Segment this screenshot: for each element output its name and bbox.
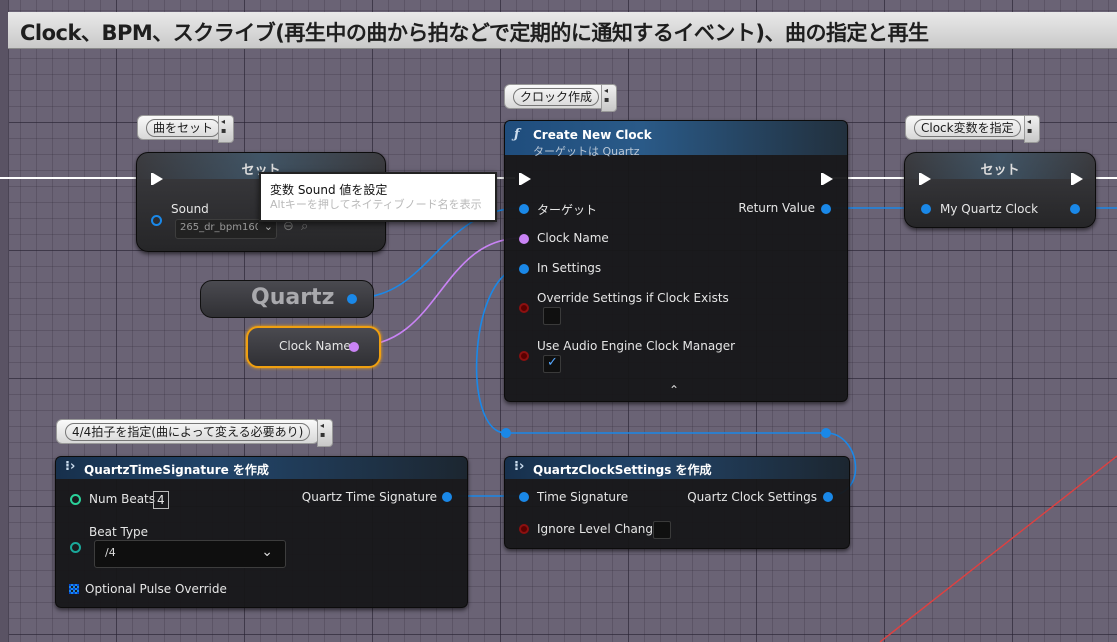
sound-asset-value: 265_dr_bpm160 xyxy=(180,222,258,233)
comment-pin-tab[interactable]: ◂ ▪ xyxy=(218,115,234,143)
exec-in-pin[interactable] xyxy=(151,173,163,185)
time-sig-out-pin[interactable] xyxy=(442,492,452,502)
clock-name-var-label: Clock Name xyxy=(279,339,351,353)
pulse-override-label: Optional Pulse Override xyxy=(85,582,227,596)
clock-name-wire xyxy=(355,237,523,347)
set-clock-title: セット xyxy=(980,163,1020,178)
my-clock-in-pin[interactable] xyxy=(921,204,931,214)
quartz-out-pin[interactable] xyxy=(347,294,357,304)
return-value-pin[interactable] xyxy=(821,204,831,214)
ignore-level-checkbox[interactable] xyxy=(653,521,671,539)
set-clock-var-node[interactable]: セット My Quartz Clock xyxy=(904,152,1096,228)
in-settings-pin[interactable] xyxy=(519,264,529,274)
time-sig-out-label: Quartz Time Signature xyxy=(301,490,437,504)
time-signature-pin[interactable] xyxy=(519,492,529,502)
clock-settings-title: QuartzClockSettings を作成 xyxy=(533,463,712,477)
beat-type-pin[interactable] xyxy=(70,542,81,553)
use-audio-engine-pin[interactable] xyxy=(519,351,529,361)
target-pin-label: ターゲット xyxy=(537,203,598,217)
comment-create-clock[interactable]: クロック作成 xyxy=(504,84,609,109)
comment-time-sig-text: 4/4拍子を指定(曲によって変える必要あり) xyxy=(65,423,311,441)
clock-settings-out-label: Quartz Clock Settings xyxy=(687,490,817,504)
comment-set-clock-var[interactable]: Clock変数を指定 xyxy=(905,115,1030,140)
create-clock-header: ƒ Create New Clock ターゲットは Quartz xyxy=(505,121,847,158)
page-title: Clock、BPM、スクライブ(再生中の曲から拍などで定期的に通知するイベント)… xyxy=(20,21,929,45)
comment-time-sig[interactable]: 4/4拍子を指定(曲によって変える必要あり) xyxy=(56,419,320,444)
sound-pin-label: Sound xyxy=(171,202,209,216)
time-sig-header: ⁝› QuartzTimeSignature を作成 xyxy=(56,457,467,479)
ignore-level-label: Ignore Level Change xyxy=(537,522,661,536)
clock-settings-header: ⁝› QuartzClockSettings を作成 xyxy=(505,457,849,479)
beat-type-label: Beat Type xyxy=(89,525,149,539)
exec-in-pin[interactable] xyxy=(519,173,531,185)
clock-name-pin-label: Clock Name xyxy=(537,231,609,245)
reroute-knot-left xyxy=(501,428,511,438)
beat-type-dropdown[interactable]: /4 ⌄ xyxy=(94,540,286,568)
clock-settings-out-pin[interactable] xyxy=(823,492,833,502)
clock-name-out-pin[interactable] xyxy=(349,342,359,352)
quartz-node-label: Quartz xyxy=(251,285,335,310)
clock-name-var-node[interactable]: Clock Name xyxy=(246,326,381,368)
num-beats-label: Num Beats xyxy=(89,492,156,506)
num-beats-input[interactable]: 4 xyxy=(153,491,169,509)
time-signature-label: Time Signature xyxy=(537,490,629,504)
make-clock-settings-node[interactable]: ⁝› QuartzClockSettings を作成 Time Signatur… xyxy=(504,456,850,549)
target-pin[interactable] xyxy=(519,204,529,214)
comment-set-clock-var-text: Clock変数を指定 xyxy=(914,119,1021,137)
exec-out-pin[interactable] xyxy=(1071,173,1083,185)
red-wire xyxy=(879,455,1117,642)
quartz-subsystem-node[interactable]: Quartz xyxy=(200,280,374,318)
reroute-knot-right xyxy=(821,428,831,438)
exec-out-pin[interactable] xyxy=(821,173,833,185)
set-clock-header: セット xyxy=(905,153,1095,179)
make-struct-icon: ⁝› xyxy=(65,459,76,474)
tooltip-hint: Altキーを押してネイティブノード名を表示 xyxy=(270,198,482,211)
expand-arrow-icon[interactable]: ⌃ xyxy=(669,383,679,397)
left-panel-edge xyxy=(0,0,9,642)
ignore-level-pin[interactable] xyxy=(519,524,529,534)
comment-title-bar[interactable]: Clock、BPM、スクライブ(再生中の曲から拍などで定期的に通知するイベント)… xyxy=(8,12,1117,49)
my-clock-label: My Quartz Clock xyxy=(940,202,1039,216)
make-struct-icon: ⁝› xyxy=(514,459,525,474)
comment-create-clock-text: クロック作成 xyxy=(513,88,600,106)
comment-pin-tab[interactable]: ◂ ▪ xyxy=(601,84,617,112)
sound-asset-picker[interactable]: 265_dr_bpm160 ⌄ xyxy=(175,219,277,239)
function-icon: ƒ xyxy=(514,127,520,142)
tooltip: 変数 Sound 値を設定 Altキーを押してネイティブノード名を表示 xyxy=(259,172,497,222)
in-settings-pin-label: In Settings xyxy=(537,261,602,275)
chevron-down-icon: ⌄ xyxy=(261,544,273,560)
beat-type-value: /4 xyxy=(105,546,116,559)
use-audio-engine-label: Use Audio Engine Clock Manager xyxy=(537,339,736,353)
create-clock-title: Create New Clock xyxy=(533,128,652,142)
sound-pin[interactable] xyxy=(151,215,162,226)
override-settings-pin[interactable] xyxy=(519,303,529,313)
override-settings-checkbox[interactable] xyxy=(543,307,561,325)
comment-pin-tab[interactable]: ◂ ▪ xyxy=(317,419,333,447)
make-time-signature-node[interactable]: ⁝› QuartzTimeSignature を作成 Num Beats 4 Q… xyxy=(55,456,468,608)
comment-pin-tab[interactable]: ◂ ▪ xyxy=(1024,115,1040,143)
create-clock-subtitle: ターゲットは Quartz xyxy=(533,145,640,158)
time-sig-title: QuartzTimeSignature を作成 xyxy=(84,463,269,477)
comment-set-song[interactable]: 曲をセット xyxy=(137,115,230,140)
comment-set-song-text: 曲をセット xyxy=(146,119,221,137)
num-beats-pin[interactable] xyxy=(70,494,81,505)
clock-name-pin[interactable] xyxy=(519,234,529,244)
checkmark-icon: ✓ xyxy=(547,355,558,370)
my-clock-out-pin[interactable] xyxy=(1070,204,1080,214)
exec-in-pin[interactable] xyxy=(919,173,931,185)
use-audio-engine-checkbox[interactable]: ✓ xyxy=(543,355,561,373)
array-pin-icon[interactable] xyxy=(69,584,79,594)
create-new-clock-node[interactable]: ƒ Create New Clock ターゲットは Quartz ターゲット R… xyxy=(504,120,848,402)
override-settings-label: Override Settings if Clock Exists xyxy=(537,291,729,305)
return-value-label: Return Value xyxy=(738,201,815,215)
